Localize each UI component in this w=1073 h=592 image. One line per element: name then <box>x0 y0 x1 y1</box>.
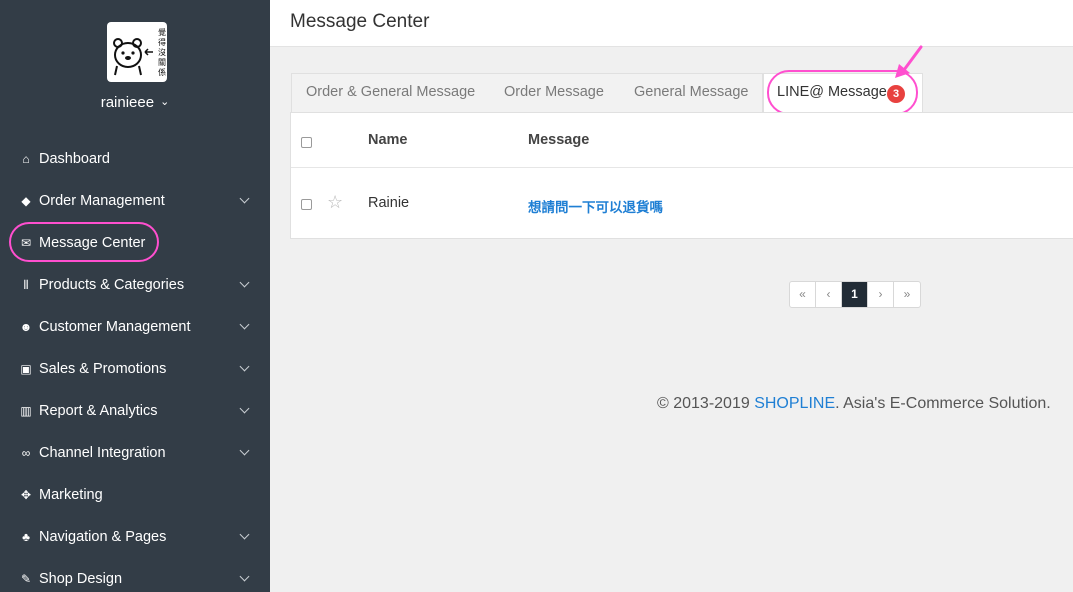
sidebar-item-label: Customer Management <box>39 319 191 335</box>
chevron-down-icon <box>239 571 250 582</box>
sidebar-item-order-management[interactable]: ◆ Order Management <box>0 180 270 222</box>
column-header-message: Message <box>528 132 590 148</box>
select-all-checkbox[interactable] <box>301 137 312 148</box>
sidebar-item-label: Navigation & Pages <box>39 529 167 545</box>
shop-logo[interactable]: 覺 得 沒 關 係 <box>107 22 167 82</box>
page-title: Message Center <box>290 11 430 32</box>
annotation-arrow-icon <box>895 45 923 78</box>
logo-text: 覺 <box>158 27 166 37</box>
first-page-button[interactable]: « <box>790 282 816 307</box>
sidebar-item-navigation-pages[interactable]: ♣ Navigation & Pages <box>0 516 270 558</box>
footer: © 2013-2019 SHOPLINE. Asia's E-Commerce … <box>657 395 1051 413</box>
sidebar-item-sales-promotions[interactable]: ▣ Sales & Promotions <box>0 348 270 390</box>
sidebar-item-label: Products & Categories <box>39 277 185 293</box>
footer-tagline: . Asia's E-Commerce Solution. <box>835 395 1051 412</box>
pagination: « ‹ 1 › » <box>789 281 921 308</box>
chart-icon: ▥ <box>20 404 32 418</box>
chevron-down-icon <box>239 361 250 372</box>
bear-logo-icon: 覺 得 沒 關 係 <box>113 27 166 77</box>
message-sender-name: Rainie <box>368 195 410 211</box>
sidebar-item-label: Report & Analytics <box>39 403 158 419</box>
svg-text:沒: 沒 <box>158 47 166 57</box>
sidebar-item-shop-design[interactable]: ✎ Shop Design <box>0 558 270 592</box>
sidebar-item-label: Dashboard <box>39 151 110 167</box>
chevron-down-icon <box>239 445 250 456</box>
sidebar-item-label: Order Management <box>39 193 165 209</box>
crosshair-icon: ✥ <box>20 488 32 502</box>
sitemap-icon: ♣ <box>22 530 30 544</box>
users-icon: ☻ <box>19 320 33 334</box>
sidebar-item-label: Shop Design <box>39 571 123 587</box>
svg-text:係: 係 <box>158 68 166 77</box>
sidebar-item-label: Sales & Promotions <box>39 361 167 377</box>
highlight-ring-message-center <box>9 222 159 262</box>
page-1-button[interactable]: 1 <box>842 282 868 307</box>
magic-wand-icon: ✎ <box>20 572 32 586</box>
sidebar-item-report-analytics[interactable]: ▥ Report & Analytics <box>0 390 270 432</box>
svg-text:得: 得 <box>158 37 166 47</box>
copyright-text: © 2013-2019 <box>657 395 755 412</box>
table-header: Name Message <box>291 113 1073 168</box>
sidebar-item-marketing[interactable]: ✥ Marketing <box>0 474 270 516</box>
chevron-down-icon <box>239 403 250 414</box>
home-icon: ⌂ <box>22 152 30 166</box>
tag-icon: ◆ <box>21 194 31 208</box>
tab-order-general-message[interactable]: Order & General Message <box>306 84 475 100</box>
sidebar-item-products-categories[interactable]: ⦀ Products & Categories <box>0 264 270 306</box>
chevron-down-icon <box>239 193 250 204</box>
last-page-button[interactable]: » <box>894 282 920 307</box>
barcode-icon: ⦀ <box>23 277 29 292</box>
sidebar-item-label: Channel Integration <box>39 445 166 461</box>
star-icon[interactable]: ☆ <box>327 192 343 213</box>
message-tabs: Order & General Message Order Message Ge… <box>291 70 1073 115</box>
chevron-down-icon <box>239 319 250 330</box>
username: rainieee <box>100 94 155 111</box>
sidebar-item-channel-integration[interactable]: ∞ Channel Integration <box>0 432 270 474</box>
column-header-name: Name <box>368 132 408 148</box>
page-header: Message Center <box>270 0 1073 47</box>
link-icon: ∞ <box>21 446 31 460</box>
user-menu[interactable]: rainieee ⌄ <box>0 94 270 111</box>
sidebar-item-label: Marketing <box>39 487 103 503</box>
chevron-down-icon: ⌄ <box>160 96 170 108</box>
row-checkbox[interactable] <box>301 199 312 210</box>
sidebar-item-dashboard[interactable]: ⌂ Dashboard <box>0 138 270 180</box>
next-page-button[interactable]: › <box>868 282 894 307</box>
svg-text:關: 關 <box>158 58 166 67</box>
prev-page-button[interactable]: ‹ <box>816 282 842 307</box>
tab-general-message[interactable]: General Message <box>634 84 748 100</box>
chevron-down-icon <box>239 529 250 540</box>
message-preview-link[interactable]: 想請問一下可以退貨嗎 <box>528 196 663 216</box>
sidebar-item-customer-management[interactable]: ☻ Customer Management <box>0 306 270 348</box>
sidebar-nav: ⌂ Dashboard ◆ Order Management ✉ Message… <box>0 138 270 592</box>
sidebar: 覺 得 沒 關 係 rainieee ⌄ ⌂ Dashboard ◆ Order … <box>0 0 270 592</box>
shopline-link[interactable]: SHOPLINE <box>754 395 835 412</box>
message-table: Name Message ☆ Rainie 想請問一下可以退貨嗎 <box>290 112 1073 239</box>
chevron-down-icon <box>239 277 250 288</box>
tab-order-message[interactable]: Order Message <box>504 84 604 100</box>
money-icon: ▣ <box>20 362 32 376</box>
table-row[interactable]: ☆ Rainie 想請問一下可以退貨嗎 <box>291 169 1073 239</box>
